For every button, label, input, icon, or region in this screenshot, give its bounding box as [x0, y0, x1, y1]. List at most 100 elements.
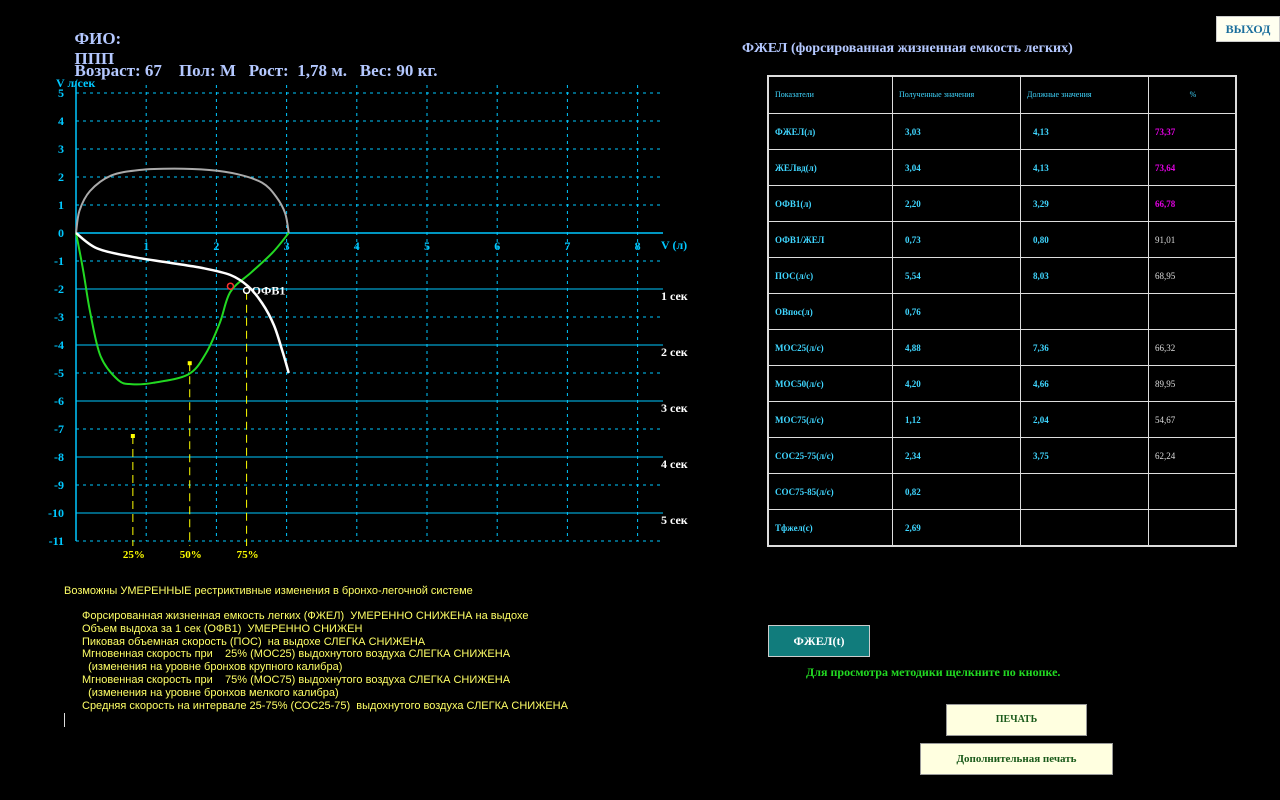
table-cell-name: СОС25-75(л/с)	[767, 437, 893, 474]
y-tick-label: 4	[58, 114, 64, 128]
table-cell-got: 3,04	[892, 149, 1021, 186]
table-cell-got: 2,20	[892, 185, 1021, 222]
table-header-cell: Должные значения	[1020, 75, 1149, 114]
print-button[interactable]: ПЕЧАТЬ	[946, 704, 1087, 736]
x-tick-label: 2	[213, 239, 219, 253]
table-row: Тфжел(с) 2,69	[767, 509, 1237, 547]
x-axis-label: V (л)	[661, 238, 687, 252]
table-cell-name: МОС25(л/с)	[767, 329, 893, 366]
table-cell-got: 4,20	[892, 365, 1021, 402]
table-cell-due: 2,04	[1020, 401, 1149, 438]
y-tick-label: -7	[54, 422, 64, 436]
table-cell-got: 0,82	[892, 473, 1021, 510]
table-header-cell: Полученные значения	[892, 75, 1021, 114]
table-cell-got: 3,03	[892, 113, 1021, 150]
finding-line: Мгновенная скорость при 75% (МОС75) выдо…	[82, 673, 511, 686]
table-cell-due: 7,36	[1020, 329, 1149, 366]
table-cell-due: 4,13	[1020, 149, 1149, 186]
table-cell-due: 3,75	[1020, 437, 1149, 474]
table-cell-due: 0,80	[1020, 221, 1149, 258]
y-axis-label: V л/сек	[56, 76, 95, 90]
y-tick-label: -8	[54, 450, 64, 464]
time-label: 5 сек	[661, 513, 688, 527]
table-cell-pct: 68,95	[1148, 257, 1237, 294]
time-label: 4 сек	[661, 457, 688, 471]
x-tick-label: 3	[284, 239, 290, 253]
table-cell-pct: 91,01	[1148, 221, 1237, 258]
table-cell-due	[1020, 473, 1149, 510]
y-tick-label: -9	[54, 478, 64, 492]
table-cell-got: 0,73	[892, 221, 1021, 258]
table-row: ОФВ1(л) 2,20 3,29 66,78	[767, 185, 1237, 222]
table-cell-name: ФЖЕЛ(л)	[767, 113, 893, 150]
time-label: 1 сек	[661, 289, 688, 303]
table-cell-name: СОС75-85(л/с)	[767, 473, 893, 510]
finding-line: (изменения на уровне бронхов мелкого кал…	[82, 686, 339, 699]
exit-button[interactable]: ВЫХОД	[1216, 16, 1280, 42]
table-cell-pct	[1148, 509, 1237, 547]
table-cell-due	[1020, 509, 1149, 547]
extra-print-button[interactable]: Дополнительная печать	[920, 743, 1113, 775]
finding-line: Пиковая объемная скорость (ПОС) на выдох…	[82, 635, 426, 648]
y-tick-label: -11	[49, 534, 64, 548]
ofv1-point	[226, 282, 235, 290]
finding-line: Средняя скорость на интервале 25-75% (СО…	[82, 699, 568, 712]
finding-line: Мгновенная скорость при 25% (МОС25) выдо…	[82, 648, 511, 661]
table-row: МОС75(л/с) 1,12 2,04 54,67	[767, 401, 1237, 438]
curve-volume-time	[75, 231, 290, 374]
ofv1-label: ОФВ1	[252, 283, 286, 297]
table-cell-pct: 66,78	[1148, 185, 1237, 222]
table-header-row: Показатели Полученные значения Должные зна…	[767, 75, 1237, 114]
table-cell-pct: 54,67	[1148, 401, 1237, 438]
diagnosis-summary: Возможны УМЕРЕННЫЕ рестриктивные изменен…	[64, 585, 473, 597]
y-tick-label: 0	[58, 226, 64, 240]
parameters-table: Показатели Полученные значения Должные зна…	[767, 75, 1237, 547]
table-title: ФЖЕЛ (форсированная жизненная емкость ле…	[742, 41, 1073, 56]
x-tick-label: 6	[494, 239, 500, 253]
table-cell-pct: 62,24	[1148, 437, 1237, 474]
table-cell-name: ОФВ1(л)	[767, 185, 893, 222]
percent-marker-label: 50%	[180, 549, 202, 561]
ofv1-marker	[242, 286, 251, 295]
y-tick-label: -1	[54, 254, 64, 268]
table-cell-name: Тфжел(с)	[767, 509, 893, 547]
table-cell-name: ЖЕЛвд(л)	[767, 149, 893, 186]
table-cell-got: 2,34	[892, 437, 1021, 474]
table-cell-got: 1,12	[892, 401, 1021, 438]
table-cell-got: 2,69	[892, 509, 1021, 547]
table-row: ОВпос(л) 0,76	[767, 293, 1237, 330]
table-cell-pct: 73,37	[1148, 113, 1237, 150]
table-row: СОС75-85(л/с) 0,82	[767, 473, 1237, 510]
y-tick-label: -10	[48, 506, 64, 520]
time-label: 2 сек	[661, 345, 688, 359]
table-row: МОС50(л/с) 4,20 4,66 89,95	[767, 365, 1237, 402]
table-header-cell: %	[1148, 75, 1237, 114]
text-cursor	[64, 713, 65, 727]
finding-line: Форсированная жизненная емкость легких (…	[82, 610, 529, 622]
table-cell-name: ПОС(л/с)	[767, 257, 893, 294]
table-cell-due: 3,29	[1020, 185, 1149, 222]
y-tick-label: -2	[54, 282, 64, 296]
table-cell-got: 5,54	[892, 257, 1021, 294]
percent-marker-point	[187, 361, 192, 366]
table-cell-pct: 73,64	[1148, 149, 1237, 186]
finding-line: Объем выдоха за 1 сек (ОФВ1) УМЕРЕННО СН…	[82, 622, 363, 635]
y-tick-label: 1	[58, 198, 64, 212]
fzhel-time-button[interactable]: ФЖЕЛ(t)	[768, 625, 870, 657]
table-cell-pct	[1148, 473, 1237, 510]
table-cell-due: 4,66	[1020, 365, 1149, 402]
y-tick-label: -6	[54, 394, 64, 408]
y-tick-label: -4	[54, 338, 64, 352]
table-cell-pct	[1148, 293, 1237, 330]
x-tick-label: 4	[354, 239, 360, 253]
table-cell-got: 0,76	[892, 293, 1021, 330]
percent-marker-point	[130, 434, 135, 438]
table-header-cell: Показатели	[767, 75, 893, 114]
table-row: ПОС(л/с) 5,54 8,03 68,95	[767, 257, 1237, 294]
percent-marker-label: 75%	[237, 549, 259, 561]
table-row: СОС25-75(л/с) 2,34 3,75 62,24	[767, 437, 1237, 474]
y-tick-label: -5	[54, 366, 64, 380]
table-cell-pct: 89,95	[1148, 365, 1237, 402]
table-cell-due: 4,13	[1020, 113, 1149, 150]
curve-lower-loop	[75, 232, 290, 386]
